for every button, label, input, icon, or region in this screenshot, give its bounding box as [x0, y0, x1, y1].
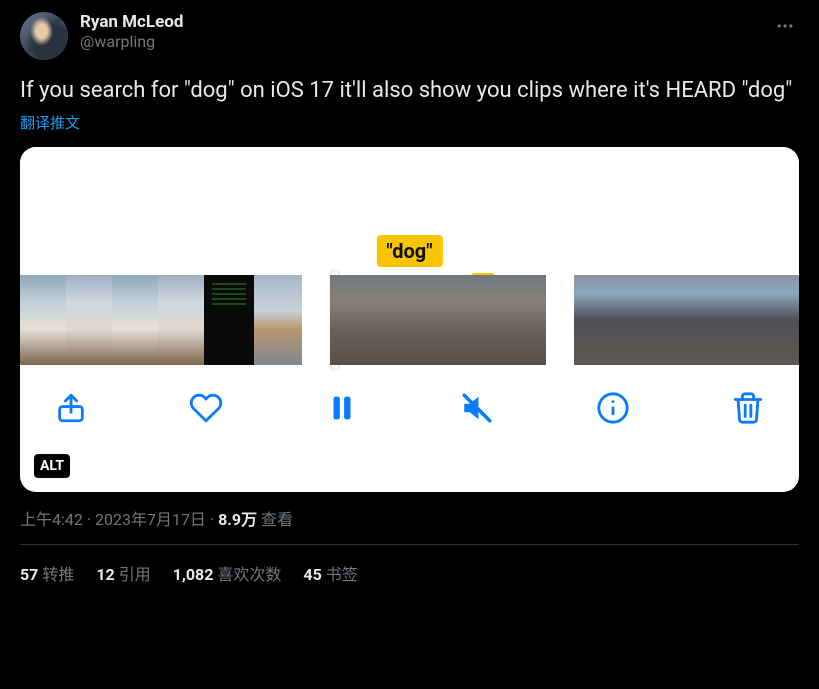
user-handle: @warpling — [80, 32, 759, 51]
pause-button[interactable] — [325, 391, 359, 425]
retweets-count: 57 — [20, 565, 38, 584]
tweet-container: Ryan McLeod @warpling If you search for … — [0, 0, 819, 603]
tweet-stats: 57转推 12 引用 1,082喜欢次数 45 书签 — [20, 545, 799, 591]
search-highlight-label: "dog" — [376, 235, 442, 267]
media-attachment[interactable]: "dog" — [20, 147, 799, 492]
pause-icon — [325, 391, 359, 425]
clip-group-1 — [20, 275, 302, 365]
views-count: 8.9万 — [218, 510, 257, 529]
clip-thumbnail — [20, 275, 66, 365]
alt-badge[interactable]: ALT — [34, 454, 70, 478]
bookmarks-count: 45 — [303, 565, 321, 584]
more-icon — [775, 16, 795, 36]
clip-thumbnail — [574, 275, 618, 365]
tweet-meta: 上午4:42 · 2023年7月17日 · 8.9万 查看 — [20, 506, 799, 545]
heart-icon — [189, 391, 223, 425]
tweet-time[interactable]: 上午4:42 — [20, 510, 83, 529]
views-label: 查看 — [261, 510, 293, 529]
clip-thumbnail — [204, 275, 254, 365]
share-button[interactable] — [54, 391, 88, 425]
tweet-header: Ryan McLeod @warpling — [20, 12, 799, 60]
quotes-stat[interactable]: 12 引用 — [96, 561, 150, 585]
clip-group-2 — [330, 275, 546, 365]
translate-link[interactable]: 翻译推文 — [20, 112, 799, 133]
delete-button[interactable] — [731, 391, 765, 425]
quotes-label: 引用 — [119, 565, 151, 584]
clip-thumbnail — [66, 275, 112, 365]
clip-thumbnail — [492, 275, 546, 365]
retweets-label: 转推 — [42, 565, 74, 584]
media-top: "dog" — [20, 147, 799, 275]
user-meta[interactable]: Ryan McLeod @warpling — [80, 12, 759, 51]
tweet-text: If you search for "dog" on iOS 17 it'll … — [20, 76, 799, 106]
clip-thumbnail — [662, 275, 706, 365]
avatar[interactable] — [20, 12, 68, 60]
likes-count: 1,082 — [173, 565, 214, 584]
like-button[interactable] — [189, 391, 223, 425]
quotes-count: 12 — [96, 565, 114, 584]
video-filmstrip — [20, 275, 799, 365]
retweets-stat[interactable]: 57转推 — [20, 561, 74, 585]
clip-thumbnail — [706, 275, 750, 365]
clip-thumbnail — [438, 275, 492, 365]
bookmarks-label: 书签 — [326, 565, 358, 584]
clip-thumbnail — [254, 275, 302, 365]
info-button[interactable] — [596, 391, 630, 425]
bookmarks-stat[interactable]: 45 书签 — [303, 561, 357, 585]
share-icon — [54, 391, 88, 425]
clip-thumbnail — [794, 275, 799, 365]
likes-label: 喜欢次数 — [217, 565, 281, 584]
clip-thumbnail — [618, 275, 662, 365]
likes-stat[interactable]: 1,082喜欢次数 — [173, 561, 282, 585]
trash-icon — [731, 391, 765, 425]
more-button[interactable] — [771, 12, 799, 44]
media-toolbar — [20, 365, 799, 445]
clip-thumbnail — [330, 275, 384, 365]
clip-thumbnail — [158, 275, 204, 365]
mute-icon — [460, 391, 494, 425]
clip-thumbnail — [112, 275, 158, 365]
clip-thumbnail — [750, 275, 794, 365]
clip-thumbnail — [384, 275, 438, 365]
display-name: Ryan McLeod — [80, 12, 759, 32]
clip-group-3 — [574, 275, 799, 365]
info-icon — [596, 391, 630, 425]
tweet-date[interactable]: 2023年7月17日 — [95, 510, 206, 529]
mute-button[interactable] — [460, 391, 494, 425]
